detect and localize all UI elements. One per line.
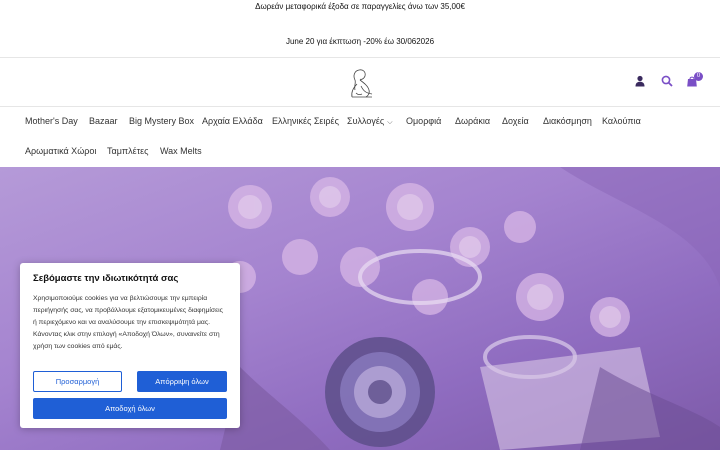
nav-item-collections-label: Συλλογές bbox=[347, 116, 385, 126]
nav-item-collections[interactable]: Συλλογές ⌵ bbox=[347, 116, 393, 127]
main-navigation: Mother's Day Bazaar Big Mystery Box Αρχα… bbox=[0, 107, 720, 167]
nav-item-decoration[interactable]: Διακόσμηση bbox=[543, 116, 592, 126]
woman-line-art-logo[interactable] bbox=[345, 66, 379, 100]
site-header: 0 bbox=[0, 57, 720, 107]
reject-all-button[interactable]: Απόρριψη όλων bbox=[137, 371, 227, 392]
customize-button[interactable]: Προσαρμογή bbox=[33, 371, 122, 392]
cart-count-badge: 0 bbox=[694, 72, 703, 81]
cookie-description: Χρησιμοποιούμε cookies για να βελτιώσουμ… bbox=[33, 295, 223, 350]
nav-item-tablets[interactable]: Ταμπλέτες bbox=[107, 146, 149, 156]
nav-item-molds[interactable]: Καλούπια bbox=[602, 116, 641, 126]
nav-item-wax-melts[interactable]: Wax Melts bbox=[160, 146, 202, 156]
dried-rose-decoration bbox=[325, 337, 435, 447]
search-icon[interactable] bbox=[660, 74, 674, 88]
accept-all-button[interactable]: Αποδοχή όλων bbox=[33, 398, 227, 419]
nav-item-containers[interactable]: Δοχεία bbox=[502, 116, 529, 126]
nav-item-mothers-day[interactable]: Mother's Day bbox=[25, 116, 78, 126]
cookie-title: Σεβόμαστε την ιδιωτικότητά σας bbox=[33, 273, 179, 284]
nav-item-beauty[interactable]: Ομορφιά bbox=[406, 116, 441, 126]
chevron-down-icon: ⌵ bbox=[387, 119, 393, 126]
nav-item-room-fragrances[interactable]: Αρωματικά Χώροι bbox=[25, 146, 96, 156]
announcement-discount: June 20 για έκπτωση -20% έω 30/062026 bbox=[285, 37, 435, 46]
nav-item-ancient-greece[interactable]: Αρχαία Ελλάδα bbox=[202, 116, 263, 126]
nav-item-greek-series[interactable]: Ελληνικές Σειρές bbox=[272, 116, 339, 126]
user-icon[interactable] bbox=[633, 74, 647, 88]
cookie-consent-dialog: Σεβόμαστε την ιδιωτικότητά σας Χρησιμοπο… bbox=[20, 263, 240, 428]
nav-item-big-mystery-box[interactable]: Big Mystery Box bbox=[129, 116, 194, 126]
announcement-shipping: Δωρεάν μεταφορικά έξοδα σε παραγγελίες ά… bbox=[255, 2, 465, 11]
nav-item-bazaar[interactable]: Bazaar bbox=[89, 116, 118, 126]
nav-item-gifts[interactable]: Δωράκια bbox=[455, 116, 490, 126]
